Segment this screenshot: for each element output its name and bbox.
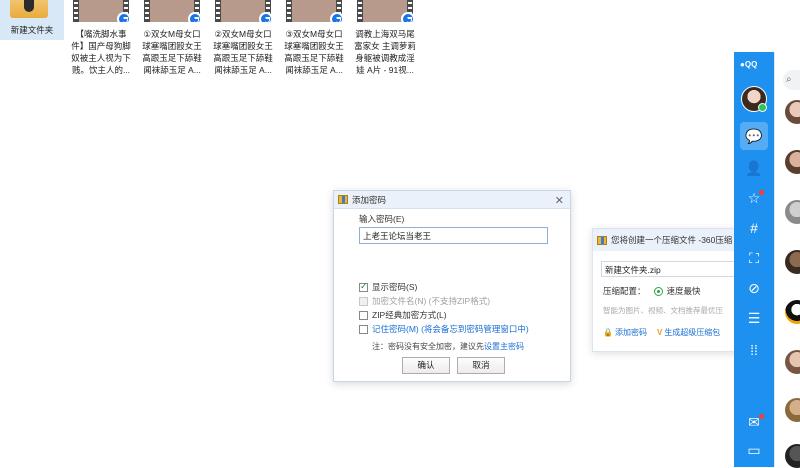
video-thumbnail-icon <box>357 0 413 22</box>
fast-option-label: 速度最快 <box>666 286 701 296</box>
message-icon[interactable]: 💬 <box>740 122 768 150</box>
player-badge-icon <box>259 12 271 22</box>
encrypt-filename-checkbox <box>359 296 368 306</box>
cancel-button[interactable]: 取消 <box>457 357 505 374</box>
zip-links: 🔒 添加密码 V 生成超级压缩包 <box>603 327 720 338</box>
map-icon[interactable]: ⛶ <box>744 248 764 268</box>
contact-avatar[interactable] <box>785 398 800 422</box>
player-badge-icon <box>330 12 342 22</box>
zip-config-row: 压缩配置： 速度最快 <box>603 286 701 296</box>
encrypt-filename-option: 加密文件名(N) (不支持ZIP格式) <box>359 295 490 307</box>
desktop-file[interactable]: ①双女M母女口 球塞嘴团殴女王 高跟玉足下舔鞋 闻袜舔玉足 A... <box>141 0 203 76</box>
show-password-checkbox[interactable] <box>359 281 368 292</box>
file-name: ①双女M母女口 球塞嘴团殴女王 高跟玉足下舔鞋 闻袜舔玉足 A... <box>142 29 202 75</box>
player-badge-icon <box>401 12 413 22</box>
video-thumbnail-icon <box>144 0 200 22</box>
qq-sidebar: ●QQ 💬 👤 ☆ # ⛶ ⊘ ☰ ⁞⁞ ✉ ▭ <box>734 52 774 467</box>
remember-password-option[interactable]: 记住密码(M) (将会备忘到密码管理窗口中) <box>359 323 529 335</box>
add-password-link[interactable]: 🔒 添加密码 <box>603 327 647 338</box>
remember-password-checkbox[interactable] <box>359 324 368 334</box>
file-name: 调教上海双马尾 富家女 主调萝莉 身躯被调教成淫 娃 A片 - 91视... <box>354 29 416 75</box>
desktop-file[interactable]: 【嘴洗脚水事 件】国产母狗脚 奴被主人视为下 贱。饮主人的... <box>70 0 132 76</box>
dialog-title: 添加密码 <box>352 194 387 205</box>
fast-radio[interactable] <box>653 286 663 296</box>
mail-icon[interactable]: ✉ <box>744 412 764 432</box>
zip-titlebar: 您将创建一个压缩文件 -360压缩 <box>593 229 741 251</box>
notification-dot <box>759 414 764 419</box>
zip-hint: 智能为图片、视频、文档推荐最优压 <box>603 306 723 315</box>
zip-filename-field[interactable]: 新建文件夹.zip <box>601 261 751 277</box>
archive-app-icon <box>338 195 348 204</box>
folder-icon <box>10 0 48 18</box>
contact-avatar[interactable] <box>785 150 800 174</box>
contact-avatar[interactable] <box>785 250 800 274</box>
password-label: 输入密码(E) <box>359 214 405 224</box>
contact-avatar[interactable] <box>785 350 800 374</box>
notification-dot <box>759 190 764 195</box>
contact-avatar[interactable] <box>785 100 800 124</box>
desktop: 新建文件夹 【嘴洗脚水事 件】国产母狗脚 奴被主人视为下 贱。饮主人的... ①… <box>0 0 800 468</box>
link-icon[interactable]: ⊘ <box>744 278 764 298</box>
zip-create-panel: 您将创建一个压缩文件 -360压缩 新建文件夹.zip 压缩配置： 速度最快 智… <box>592 228 751 352</box>
user-avatar[interactable] <box>741 86 767 112</box>
show-password-option[interactable]: 显示密码(S) <box>359 281 417 293</box>
search-icon[interactable]: ⌕ <box>783 70 800 90</box>
folder-label: 新建文件夹 <box>10 25 54 35</box>
video-thumbnail-icon <box>215 0 271 22</box>
security-note: 注：密码没有安全加密，建议先设置主密码 <box>372 342 524 351</box>
contact-avatar[interactable] <box>785 200 800 224</box>
add-password-dialog: 添加密码 ✕ 输入密码(E) 上老王论坛当老王 显示密码(S) 加密文件名(N)… <box>333 190 571 382</box>
password-input[interactable]: 上老王论坛当老王 <box>359 227 548 244</box>
apps-icon[interactable]: ⁞⁞ <box>744 340 764 360</box>
video-thumbnail-icon <box>286 0 342 22</box>
zip-title: 您将创建一个压缩文件 -360压缩 <box>611 235 733 245</box>
folder-icon[interactable]: ▭ <box>744 440 764 460</box>
archive-app-icon <box>597 235 607 245</box>
desktop-file[interactable]: ②双女M母女口 球塞嘴团殴女王 高跟玉足下舔鞋 闻袜舔玉足 A... <box>212 0 274 76</box>
star-icon[interactable]: ☆ <box>744 188 764 208</box>
dialog-titlebar: 添加密码 ✕ <box>334 191 570 209</box>
file-name: ②双女M母女口 球塞嘴团殴女王 高跟玉足下舔鞋 闻袜舔玉足 A... <box>213 29 273 75</box>
lock-icon: 🔒 <box>603 328 613 337</box>
file-name: ③双女M母女口 球塞嘴团殴女王 高跟玉足下舔鞋 闻袜舔玉足 A... <box>284 29 344 75</box>
zip-classic-checkbox[interactable] <box>359 310 368 320</box>
video-thumbnail-icon <box>73 0 129 22</box>
contact-avatar[interactable] <box>785 444 800 468</box>
file-name: 【嘴洗脚水事 件】国产母狗脚 奴被主人视为下 贱。饮主人的... <box>71 29 131 75</box>
desktop-file[interactable]: 调教上海双马尾 富家女 主调萝莉 身躯被调教成淫 娃 A片 - 91视... <box>354 0 416 76</box>
set-master-password-link[interactable]: 设置主密码 <box>484 342 524 351</box>
hashtag-icon[interactable]: # <box>744 218 764 238</box>
qq-logo: ●QQ <box>740 60 758 69</box>
close-icon[interactable]: ✕ <box>555 194 564 207</box>
player-badge-icon <box>188 12 200 22</box>
zip-classic-option[interactable]: ZIP经典加密方式(L) <box>359 309 447 321</box>
super-zip-link[interactable]: V 生成超级压缩包 <box>657 327 720 338</box>
contact-list: ⌕ <box>774 52 800 468</box>
player-badge-icon <box>117 12 129 22</box>
desktop-folder[interactable]: 新建文件夹 <box>0 0 64 40</box>
desktop-file[interactable]: ③双女M母女口 球塞嘴团殴女王 高跟玉足下舔鞋 闻袜舔玉足 A... <box>283 0 345 76</box>
list-icon[interactable]: ☰ <box>744 308 764 328</box>
contact-avatar[interactable] <box>785 300 800 324</box>
v-icon: V <box>656 328 663 337</box>
contacts-icon[interactable]: 👤 <box>744 158 764 178</box>
ok-button[interactable]: 确认 <box>402 357 450 374</box>
